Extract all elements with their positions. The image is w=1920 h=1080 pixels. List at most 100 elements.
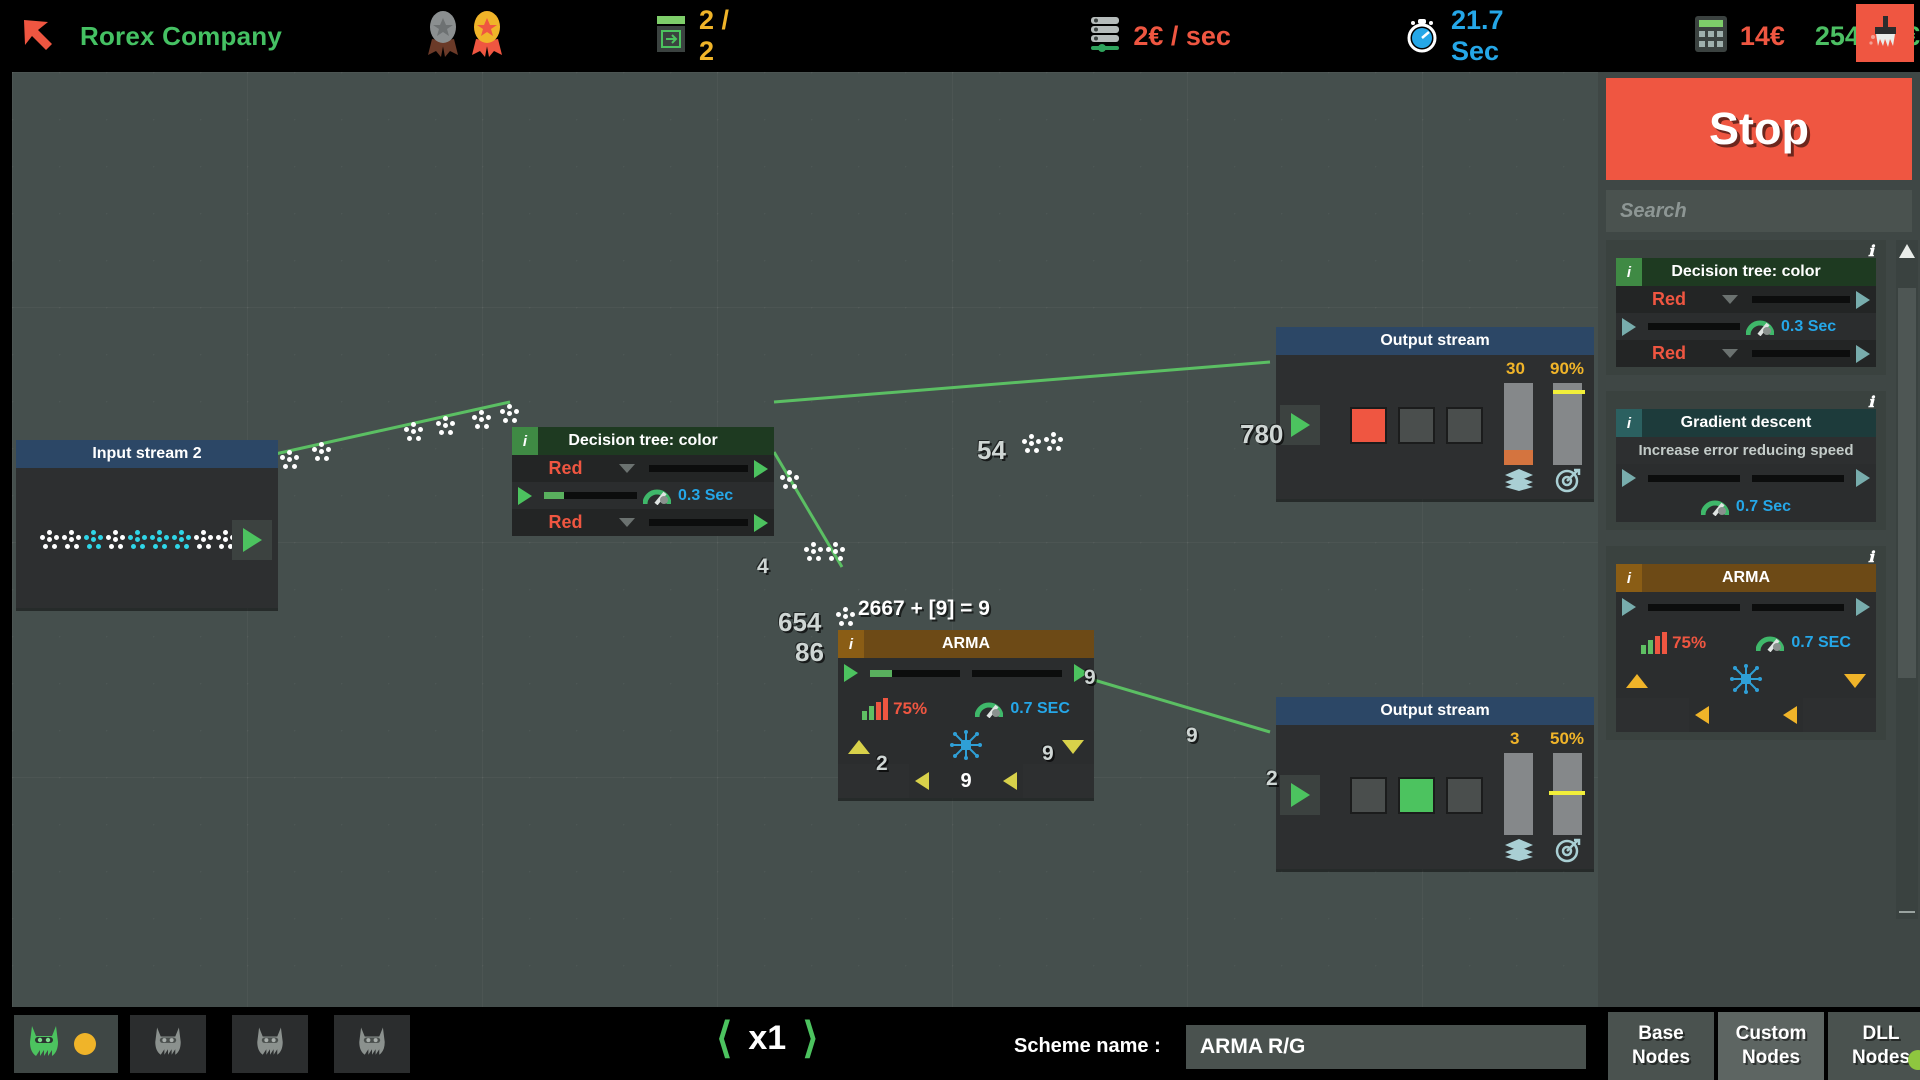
output-port-icon[interactable] xyxy=(1856,598,1870,616)
arma-param-row xyxy=(1616,663,1876,699)
color-swatch-empty[interactable] xyxy=(1446,777,1483,814)
gradient-input-track[interactable] xyxy=(1648,474,1740,482)
value-next-icon[interactable] xyxy=(1783,706,1797,724)
output-stream-body: 30 90% xyxy=(1276,355,1594,499)
layers-icon xyxy=(1504,837,1534,866)
chevron-down-icon[interactable] xyxy=(619,518,635,527)
scheme-name-input[interactable] xyxy=(1186,1025,1586,1069)
arma-output-track[interactable] xyxy=(1752,603,1844,611)
node-title: i Decision tree: color xyxy=(1616,258,1876,286)
output-track-bottom[interactable] xyxy=(649,519,748,526)
param-increase-icon[interactable] xyxy=(848,740,870,754)
input-port-icon[interactable] xyxy=(518,486,532,505)
accuracy-value: 75% xyxy=(893,699,928,718)
arma-input-slider[interactable] xyxy=(870,669,960,677)
cost-stat: 14€ xyxy=(1692,13,1785,60)
arma-input-track[interactable] xyxy=(1648,603,1740,611)
stop-button[interactable]: Stop xyxy=(1606,78,1912,180)
tab-custom-nodes[interactable]: Custom Nodes xyxy=(1718,1012,1824,1080)
input-port-icon[interactable] xyxy=(844,664,858,682)
color-select-bottom[interactable]: Red xyxy=(512,509,643,536)
value-prev-icon[interactable] xyxy=(1695,706,1709,724)
color-swatch-empty[interactable] xyxy=(1398,407,1435,444)
scheme-slot-3[interactable] xyxy=(232,1015,308,1073)
node-info-icon[interactable]: i xyxy=(838,630,864,658)
color-swatch-red[interactable] xyxy=(1350,407,1387,444)
output-track-top[interactable] xyxy=(1752,296,1850,303)
output-port-play-icon[interactable] xyxy=(232,520,272,560)
levels-value: 2 / 2 xyxy=(698,5,730,66)
data-packet xyxy=(312,442,332,467)
duration-row: 0.7 Sec xyxy=(1616,492,1876,522)
output-track-bottom[interactable] xyxy=(1752,350,1850,357)
palette-scrollbar[interactable] xyxy=(1896,240,1918,919)
node-output-stream-2[interactable]: Output stream 3 50% xyxy=(1276,697,1594,869)
input-port-icon[interactable] xyxy=(1622,598,1636,616)
palette-item-decision-tree[interactable]: ℹ i Decision tree: color Red 0.3 Sec Red xyxy=(1606,240,1886,375)
clear-scheme-button[interactable] xyxy=(1856,4,1914,62)
palette-item-gradient-descent[interactable]: ℹ i Gradient descent Increase error redu… xyxy=(1606,391,1886,530)
node-info-icon[interactable]: i xyxy=(1616,409,1642,437)
value-next-icon[interactable] xyxy=(1003,772,1017,790)
color-swatch-empty[interactable] xyxy=(1350,777,1387,814)
input-port-icon[interactable] xyxy=(1622,469,1636,487)
node-title: Output stream xyxy=(1276,697,1594,725)
rate-stat: 2€ / sec xyxy=(1089,14,1231,59)
scrollbar-thumb[interactable] xyxy=(1898,288,1916,678)
output-track-top[interactable] xyxy=(649,465,748,472)
node-info-icon[interactable]: i xyxy=(512,427,538,455)
node-decision-tree-color[interactable]: i Decision tree: color Red 0.3 Sec Red xyxy=(512,427,774,536)
scheme-slot-1[interactable] xyxy=(14,1015,118,1073)
output-row-top xyxy=(1746,286,1876,313)
color-select-bottom[interactable]: Red xyxy=(1616,340,1746,367)
color-select-top[interactable]: Red xyxy=(512,455,643,482)
input-port-play-icon[interactable] xyxy=(1280,405,1320,445)
triangle-up-icon[interactable] xyxy=(1899,244,1915,258)
chevron-left-icon[interactable]: ⟨ xyxy=(716,1017,732,1059)
wire-counter: 2 xyxy=(1266,767,1278,790)
search-input[interactable] xyxy=(1620,199,1912,223)
chip-network-icon xyxy=(1729,663,1763,699)
input-slider[interactable] xyxy=(544,492,637,499)
output-port-bottom-icon[interactable] xyxy=(754,513,768,532)
output-port-top-icon[interactable] xyxy=(1856,290,1870,309)
color-select-top[interactable]: Red xyxy=(1616,286,1746,313)
chevron-down-icon[interactable] xyxy=(1722,349,1738,358)
output-port-bottom-icon[interactable] xyxy=(1856,344,1870,363)
param-increase-icon[interactable] xyxy=(1626,674,1648,688)
tab-base-nodes[interactable]: Base Nodes xyxy=(1608,1012,1714,1080)
node-info-icon[interactable]: i xyxy=(1616,564,1642,592)
arma-output-track[interactable] xyxy=(972,669,1062,677)
color-swatch-green[interactable] xyxy=(1398,777,1435,814)
chevron-down-icon[interactable] xyxy=(1722,295,1738,304)
search-box[interactable] xyxy=(1606,190,1912,232)
gradient-output-track[interactable] xyxy=(1752,474,1844,482)
scheme-slot-2[interactable] xyxy=(130,1015,206,1073)
input-port-play-icon[interactable] xyxy=(1280,775,1320,815)
palette-list[interactable]: ℹ i Decision tree: color Red 0.3 Sec Red… xyxy=(1606,240,1886,919)
node-input-stream-2[interactable]: Input stream 2 xyxy=(16,440,278,608)
arma-value-row: 9 xyxy=(909,764,1023,798)
chevron-right-icon[interactable]: ⟩ xyxy=(802,1017,818,1059)
value-prev-icon[interactable] xyxy=(915,772,929,790)
input-port-icon[interactable] xyxy=(1622,317,1636,336)
data-packet xyxy=(826,542,846,567)
input-slider[interactable] xyxy=(1648,323,1740,330)
param-decrease-icon[interactable] xyxy=(1844,674,1866,688)
node-graph-canvas[interactable]: Input stream 2 i Decision tree: color Re… xyxy=(12,72,1598,1007)
color-swatch-empty[interactable] xyxy=(1446,407,1483,444)
arma-value-row xyxy=(1689,698,1803,732)
output-port-top-icon[interactable] xyxy=(754,459,768,478)
arrow-up-left-icon[interactable] xyxy=(18,14,62,58)
duration-value: 0.7 SEC xyxy=(1010,700,1070,717)
chevron-down-icon[interactable] xyxy=(619,464,635,473)
node-info-icon[interactable]: i xyxy=(1616,258,1642,286)
output-port-icon[interactable] xyxy=(1856,469,1870,487)
tab-dll-nodes[interactable]: DLL Nodes xyxy=(1828,1012,1920,1080)
scheme-slot-4[interactable] xyxy=(334,1015,410,1073)
data-packet xyxy=(280,450,300,475)
param-decrease-icon[interactable] xyxy=(1062,740,1084,754)
accuracy-group: 75% xyxy=(1641,632,1706,654)
node-output-stream-1[interactable]: Output stream 30 90% xyxy=(1276,327,1594,499)
palette-item-arma[interactable]: ℹ i ARMA 75% 0.7 SEC xyxy=(1606,546,1886,740)
